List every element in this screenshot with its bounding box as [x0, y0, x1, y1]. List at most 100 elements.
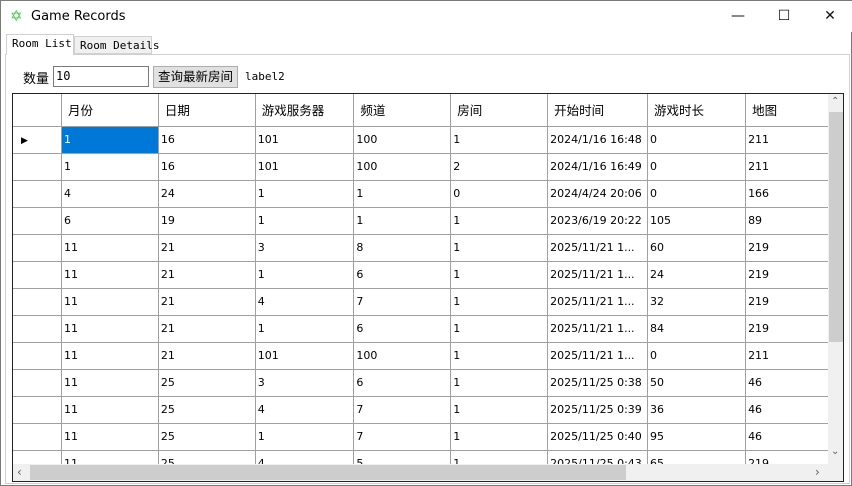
table-cell[interactable]: 0	[647, 153, 747, 181]
table-cell[interactable]: 11	[61, 396, 159, 424]
table-cell[interactable]: 95	[647, 423, 747, 451]
table-cell[interactable]: 1	[255, 180, 355, 208]
table-cell[interactable]: 21	[158, 234, 256, 262]
table-row[interactable]: 11 21 1 6 1 2025/11/21 1... 24 219	[13, 261, 843, 289]
row-header[interactable]: ▶	[13, 126, 62, 154]
table-cell[interactable]: 2025/11/25 0:39	[547, 396, 648, 424]
table-cell[interactable]: 2025/11/21 1...	[547, 342, 648, 370]
room-data-grid[interactable]: 月份 日期 游戏服务器 频道 房间 开始时间 游戏时长 地图 ▶ 1 16 101 100 1 2024/…	[12, 93, 844, 482]
table-cell[interactable]: 1	[450, 423, 549, 451]
table-row[interactable]: 11 21 3 8 1 2025/11/21 1... 60 219	[13, 234, 843, 262]
tab-room-details[interactable]: Room Details	[74, 36, 159, 54]
row-header[interactable]	[13, 180, 62, 208]
table-cell[interactable]: 1	[450, 126, 549, 154]
table-cell[interactable]: 84	[647, 315, 747, 343]
table-cell[interactable]: 60	[647, 234, 747, 262]
count-input[interactable]: 10	[53, 66, 149, 87]
table-cell[interactable]: 25	[158, 369, 256, 397]
table-cell[interactable]: 101	[255, 153, 355, 181]
table-cell[interactable]: 1	[450, 261, 549, 289]
vertical-scrollbar[interactable]: ⌃ ⌄	[828, 94, 843, 464]
table-row[interactable]: ▶ 1 16 101 100 1 2024/1/16 16:48 0 211	[13, 126, 843, 154]
table-cell[interactable]: 2024/1/16 16:49	[547, 153, 648, 181]
row-header[interactable]	[13, 315, 62, 343]
table-cell[interactable]: 2025/11/21 1...	[547, 288, 648, 316]
table-cell[interactable]: 7	[353, 288, 452, 316]
table-row[interactable]: 4 24 1 1 0 2024/4/24 20:06 0 166	[13, 180, 843, 208]
table-cell[interactable]: 1	[255, 261, 355, 289]
table-row[interactable]: 1 16 101 100 2 2024/1/16 16:49 0 211	[13, 153, 843, 181]
row-header[interactable]	[13, 342, 62, 370]
table-cell[interactable]: 11	[61, 315, 159, 343]
table-row[interactable]: 11 21 101 100 1 2025/11/21 1... 0 211	[13, 342, 843, 370]
table-cell[interactable]: 100	[353, 126, 452, 154]
table-cell[interactable]: 1	[353, 207, 452, 235]
table-cell[interactable]: 101	[255, 342, 355, 370]
query-latest-rooms-button[interactable]: 查询最新房间	[153, 66, 238, 88]
table-cell[interactable]: 105	[647, 207, 747, 235]
column-header[interactable]: 游戏服务器	[255, 94, 355, 127]
table-cell[interactable]: 16	[158, 153, 256, 181]
table-cell[interactable]: 1	[450, 342, 549, 370]
table-cell[interactable]: 21	[158, 315, 256, 343]
table-cell[interactable]: 100	[353, 153, 452, 181]
table-cell[interactable]: 100	[353, 342, 452, 370]
column-header[interactable]: 频道	[353, 94, 452, 127]
table-cell[interactable]: 11	[61, 342, 159, 370]
table-cell[interactable]: 1	[61, 153, 159, 181]
column-header[interactable]: 游戏时长	[647, 94, 747, 127]
maximize-button[interactable]: ☐	[761, 1, 807, 31]
table-cell[interactable]: 7	[353, 396, 452, 424]
table-cell[interactable]: 11	[61, 234, 159, 262]
table-row[interactable]: 11 21 4 7 1 2025/11/21 1... 32 219	[13, 288, 843, 316]
row-header[interactable]	[13, 396, 62, 424]
table-cell[interactable]: 24	[158, 180, 256, 208]
table-cell[interactable]: 21	[158, 288, 256, 316]
table-cell[interactable]: 2025/11/25 0:38	[547, 369, 648, 397]
table-cell[interactable]: 6	[353, 369, 452, 397]
table-cell[interactable]: 24	[647, 261, 747, 289]
table-cell[interactable]: 16	[158, 126, 256, 154]
row-header[interactable]	[13, 288, 62, 316]
row-header[interactable]	[13, 261, 62, 289]
vertical-scroll-thumb[interactable]	[829, 112, 843, 342]
minimize-button[interactable]: —	[715, 1, 761, 31]
table-cell[interactable]: 2023/6/19 20:22	[547, 207, 648, 235]
column-header[interactable]: 开始时间	[547, 94, 648, 127]
row-header[interactable]	[13, 369, 62, 397]
horizontal-scrollbar[interactable]: ‹ ›	[13, 464, 843, 481]
table-cell[interactable]: 4	[255, 288, 355, 316]
table-row[interactable]: 11 21 1 6 1 2025/11/21 1... 84 219	[13, 315, 843, 343]
table-cell[interactable]: 1	[255, 315, 355, 343]
row-header[interactable]	[13, 153, 62, 181]
table-cell[interactable]: 7	[353, 423, 452, 451]
table-cell[interactable]: 11	[61, 261, 159, 289]
table-cell[interactable]: 50	[647, 369, 747, 397]
table-cell[interactable]: 1	[255, 207, 355, 235]
scroll-up-icon[interactable]: ⌃	[831, 96, 839, 107]
table-row[interactable]: 11 25 3 6 1 2025/11/25 0:38 50 46	[13, 369, 843, 397]
table-cell[interactable]: 3	[255, 234, 355, 262]
table-cell[interactable]: 1	[450, 234, 549, 262]
table-cell[interactable]: 1	[450, 396, 549, 424]
table-cell[interactable]: 1	[450, 315, 549, 343]
table-cell[interactable]: 0	[647, 126, 747, 154]
table-cell[interactable]: 11	[61, 369, 159, 397]
table-cell[interactable]: 1	[353, 180, 452, 208]
table-cell[interactable]: 1	[450, 369, 549, 397]
table-cell[interactable]: 101	[255, 126, 355, 154]
table-cell[interactable]: 2025/11/21 1...	[547, 234, 648, 262]
table-cell[interactable]: 11	[61, 288, 159, 316]
row-header[interactable]	[13, 207, 62, 235]
scroll-right-icon[interactable]: ›	[815, 465, 820, 479]
table-cell[interactable]: 3	[255, 369, 355, 397]
table-cell[interactable]: 32	[647, 288, 747, 316]
table-cell[interactable]: 1	[61, 126, 159, 154]
column-header[interactable]: 日期	[158, 94, 256, 127]
table-cell[interactable]: 1	[450, 288, 549, 316]
row-header[interactable]	[13, 234, 62, 262]
table-cell[interactable]: 1	[450, 207, 549, 235]
table-row[interactable]: 11 25 1 7 1 2025/11/25 0:40 95 46	[13, 423, 843, 451]
table-cell[interactable]: 25	[158, 423, 256, 451]
table-cell[interactable]: 0	[450, 180, 549, 208]
